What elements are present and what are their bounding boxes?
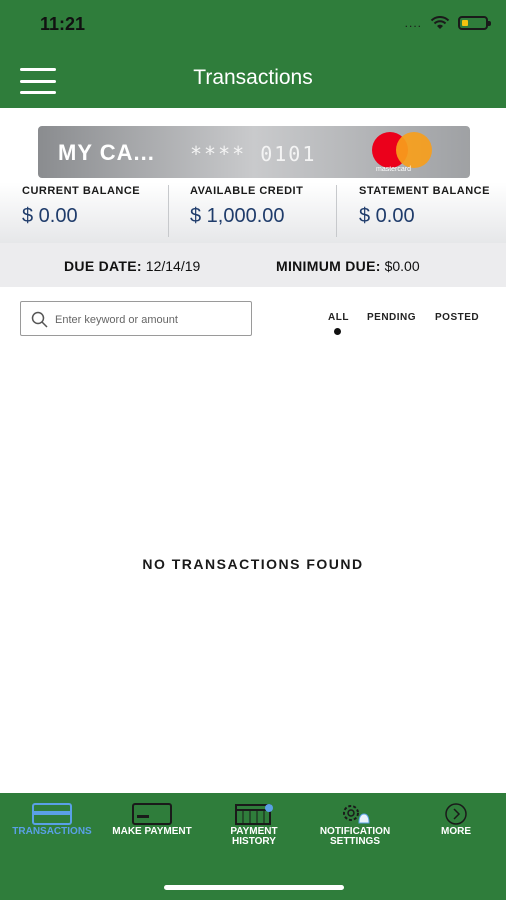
due-date-label: DUE DATE: [64, 258, 142, 274]
available-credit-label: AVAILABLE CREDIT [190, 185, 304, 197]
filter-pending[interactable]: PENDING [367, 312, 416, 323]
tab-transactions[interactable]: TRANSACTIONS [8, 803, 96, 837]
card-masked-number: **** 0101 [190, 142, 317, 166]
status-icons: .... [404, 16, 491, 30]
due-date-value: 12/14/19 [145, 258, 201, 274]
balances-row: CURRENT BALANCE $ 0.00 AVAILABLE CREDIT … [0, 185, 506, 237]
current-balance: CURRENT BALANCE $ 0.00 [22, 185, 140, 237]
tab-label: MAKE PAYMENT [112, 826, 192, 837]
empty-state-message: NO TRANSACTIONS FOUND [142, 556, 364, 572]
due-info-row: DUE DATE: 12/14/19 MINIMUM DUE: $0.00 [0, 243, 506, 287]
battery-icon [458, 16, 491, 30]
available-credit: AVAILABLE CREDIT $ 1,000.00 [190, 185, 303, 237]
credit-card-icon [32, 803, 72, 825]
wifi-icon [430, 16, 450, 29]
tab-label: MORE [441, 826, 471, 837]
selected-filter-indicator [334, 328, 341, 335]
filter-tabs: ALL PENDING POSTED [0, 312, 506, 342]
home-indicator[interactable] [164, 885, 344, 890]
minimum-due-value: $0.00 [384, 258, 420, 274]
current-balance-label: CURRENT BALANCE [22, 185, 141, 197]
account-summary: MY CA... **** 0101 mastercard CURRENT BA… [0, 108, 506, 243]
current-balance-value: $ 0.00 [22, 205, 78, 227]
statement-balance-value: $ 0.00 [359, 205, 415, 227]
mastercard-logo-icon: mastercard [372, 132, 436, 173]
tab-make-payment[interactable]: MAKE PAYMENT [106, 803, 198, 837]
tab-more[interactable]: MORE [420, 803, 492, 837]
calendar-icon [235, 804, 273, 825]
tab-label: NOTIFICATION SETTINGS [319, 826, 391, 847]
header-bar: 11:21 .... Transactions [0, 0, 506, 108]
bottom-tab-bar: TRANSACTIONS MAKE PAYMENT PAYMENT HISTOR… [0, 793, 506, 900]
statement-balance: STATEMENT BALANCE $ 0.00 [359, 185, 490, 237]
tab-notification-settings[interactable]: NOTIFICATION SETTINGS [310, 803, 400, 847]
gear-bell-icon [343, 805, 370, 824]
divider [168, 185, 169, 237]
status-time: 11:21 [40, 14, 86, 34]
statement-balance-label: STATEMENT BALANCE [359, 185, 490, 197]
signal-icon: .... [404, 16, 422, 30]
minimum-due: MINIMUM DUE: $0.00 [276, 258, 420, 274]
filter-all[interactable]: ALL [328, 312, 349, 323]
credit-card-image[interactable]: MY CA... **** 0101 mastercard [38, 126, 470, 178]
card-name: MY CA... [58, 140, 155, 165]
tab-payment-history[interactable]: PAYMENT HISTORY [212, 803, 296, 847]
available-credit-value: $ 1,000.00 [190, 205, 285, 227]
divider [336, 185, 337, 237]
chevron-circle-icon [445, 803, 467, 825]
tab-label: PAYMENT HISTORY [230, 826, 278, 847]
page-title: Transactions [193, 66, 313, 89]
due-date: DUE DATE: 12/14/19 [64, 258, 200, 274]
payment-card-icon [132, 803, 172, 825]
minimum-due-label: MINIMUM DUE: [276, 258, 381, 274]
filter-posted[interactable]: POSTED [435, 312, 479, 323]
tab-label: TRANSACTIONS [12, 826, 92, 837]
